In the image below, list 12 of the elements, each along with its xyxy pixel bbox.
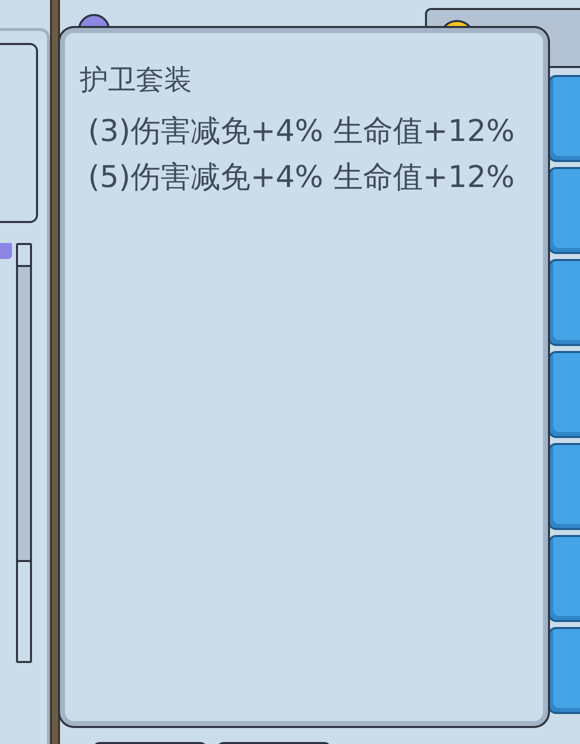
side-button[interactable] <box>548 627 580 714</box>
side-button[interactable] <box>548 167 580 254</box>
scrollbar[interactable] <box>16 243 32 663</box>
set-bonus-text: (3)伤害减免+4% 生命值+12% <box>87 112 516 151</box>
side-button[interactable] <box>548 75 580 162</box>
side-button[interactable] <box>548 351 580 438</box>
side-button[interactable] <box>548 259 580 346</box>
scrollbar-thumb[interactable] <box>18 265 30 562</box>
side-button[interactable] <box>548 443 580 530</box>
side-button[interactable] <box>548 535 580 622</box>
set-title: 护卫套装 <box>80 63 193 97</box>
set-bonus-text: (5)伤害减免+4% 生命值+12% <box>87 159 516 198</box>
